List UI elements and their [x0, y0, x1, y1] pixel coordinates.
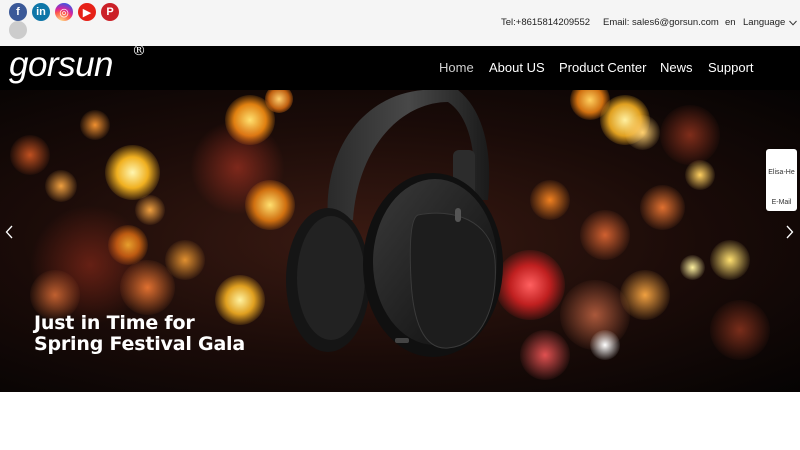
language-dropdown[interactable]: Language [743, 17, 798, 28]
headphones-image [286, 90, 503, 357]
social-links: f in ◎ ▶ P [9, 3, 119, 21]
pinterest-icon[interactable]: P [101, 3, 119, 21]
contact-email-link[interactable]: E-Mail [766, 199, 797, 206]
linkedin-icon[interactable]: in [32, 3, 50, 21]
facebook-icon[interactable]: f [9, 3, 27, 21]
logo-text: gorsun [9, 45, 114, 84]
previous-slide-icon[interactable] [5, 225, 13, 239]
language-code: en [725, 17, 736, 28]
hero-headline: Just in Time for Spring Festival Gala [34, 313, 245, 355]
instagram-icon[interactable]: ◎ [55, 3, 73, 21]
next-slide-icon[interactable] [786, 225, 794, 239]
nav-product-center[interactable]: Product Center [559, 60, 646, 75]
hero-banner: Just in Time for Spring Festival Gala [0, 90, 800, 392]
nav-news[interactable]: News [660, 60, 693, 75]
contact-widget[interactable]: Elisa-He E-Mail [766, 149, 797, 211]
nav-home[interactable]: Home [439, 60, 474, 75]
chevron-down-icon [789, 20, 798, 26]
extra-social-icon[interactable] [9, 21, 27, 39]
email-address[interactable]: Email: sales6@gorsun.com [603, 17, 719, 28]
registered-mark: ® [132, 43, 146, 59]
phone-number: Tel:+8615814209552 [501, 17, 591, 28]
nav-support[interactable]: Support [708, 60, 754, 75]
headline-line-2: Spring Festival Gala [34, 333, 245, 355]
contact-name[interactable]: Elisa-He [766, 169, 797, 176]
top-bar: f in ◎ ▶ P Tel:+8615814209552 Email: sal… [0, 0, 800, 46]
youtube-icon[interactable]: ▶ [78, 3, 96, 21]
headline-line-1: Just in Time for [34, 312, 195, 334]
nav-about-us[interactable]: About US [489, 60, 545, 75]
language-label: Language [743, 17, 786, 28]
logo[interactable]: gorsun ® [9, 44, 146, 84]
